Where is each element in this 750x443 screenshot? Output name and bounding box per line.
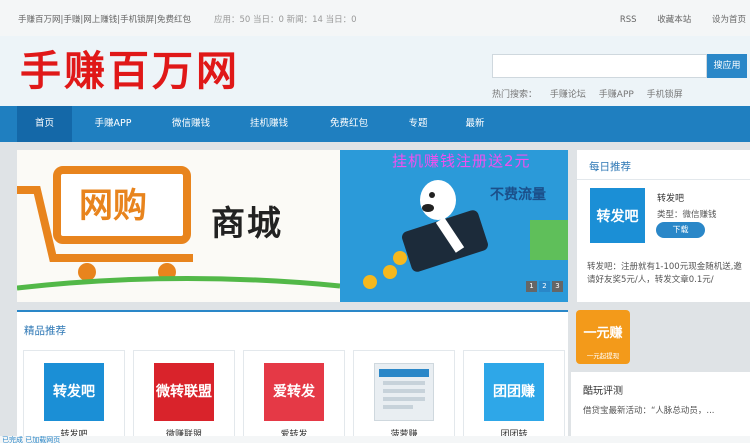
- mall-text: 商城: [211, 204, 283, 244]
- app-screenshot-icon: [379, 369, 429, 409]
- app-icon: 团团赚: [484, 363, 544, 421]
- banner-subtitle: 不费流量: [490, 187, 546, 203]
- phone-dog-illustration: [340, 150, 568, 289]
- reviews-title: 酷玩评测: [583, 386, 623, 397]
- review-item[interactable]: 借贷宝最新活动：“人脉总动员，...: [583, 404, 715, 416]
- banner-slideshow[interactable]: 网购 商城 挂机赚钱注册送2元 不费流量 1 2 3: [17, 150, 568, 302]
- shopping-cart-illustration: [17, 166, 340, 291]
- download-button[interactable]: 下载: [656, 222, 705, 238]
- hot-search-item[interactable]: 手赚APP: [599, 90, 634, 100]
- site-stats: 应用：50 当日：0 新闻：14 当日：0: [214, 15, 357, 25]
- featured-title: 精品推荐: [24, 325, 66, 337]
- nav-latest[interactable]: 最新: [452, 106, 498, 142]
- nav-idle[interactable]: 挂机赚钱: [238, 106, 300, 142]
- banner-slide-idle[interactable]: 挂机赚钱注册送2元 不费流量 1 2 3: [340, 150, 568, 302]
- promo-subtitle: 一元起提现: [586, 352, 620, 360]
- top-utility-bar: 手赚百万网|手赚|网上赚钱|手机锁屏|免费红包 应用：50 当日：0 新闻：14…: [0, 0, 750, 36]
- featured-section: 精品推荐 转发吧 转发吧 微转联盟 微赚联盟 爱转发 爱转发 菠萝赚 团团赚 团…: [17, 310, 568, 443]
- hot-search-item[interactable]: 手赚论坛: [550, 90, 586, 100]
- app-icon: 爱转发: [264, 363, 324, 421]
- daily-app-name[interactable]: 转发吧: [657, 191, 684, 204]
- daily-app-icon[interactable]: 转发吧: [590, 188, 645, 243]
- slide-dot-1[interactable]: 1: [526, 281, 537, 292]
- nav-wechat[interactable]: 微信赚钱: [160, 106, 222, 142]
- daily-app-type: 类型：微信赚钱: [657, 210, 717, 220]
- daily-recommend-panel: 每日推荐 转发吧 转发吧 类型：微信赚钱 下载 转发吧：注册就有1-100元现金…: [577, 150, 750, 302]
- promo-title: 一元赚: [583, 326, 623, 341]
- hot-search-label: 热门搜索：: [492, 90, 538, 100]
- set-homepage-link[interactable]: 设为首页: [712, 15, 746, 25]
- daily-title: 每日推荐: [589, 161, 631, 173]
- banner-title: 挂机赚钱注册送2元: [392, 152, 531, 170]
- site-header: 手赚百万网 搜应用 热门搜索： 手赚论坛 手赚APP 手机锁屏: [0, 36, 750, 106]
- app-screenshot-icon: [374, 363, 434, 421]
- site-links[interactable]: 手赚百万网|手赚|网上赚钱|手机锁屏|免费红包: [18, 13, 191, 25]
- featured-card[interactable]: 转发吧 转发吧: [23, 350, 125, 443]
- nav-redpacket[interactable]: 免费红包: [318, 106, 380, 142]
- main-nav: 首页 手赚APP 微信赚钱 挂机赚钱 免费红包 专题 最新: [0, 106, 750, 142]
- site-logo[interactable]: 手赚百万网: [20, 46, 240, 96]
- panel-header: 每日推荐: [577, 150, 750, 180]
- reviews-panel: 酷玩评测 借贷宝最新活动：“人脉总动员，...: [571, 372, 750, 443]
- featured-card[interactable]: 爱转发 爱转发: [243, 350, 345, 443]
- search-button[interactable]: 搜应用: [707, 54, 747, 78]
- nav-home[interactable]: 首页: [17, 106, 72, 142]
- nav-app[interactable]: 手赚APP: [82, 106, 144, 142]
- search-input[interactable]: [492, 54, 707, 78]
- featured-card[interactable]: 微转联盟 微赚联盟: [133, 350, 235, 443]
- daily-app-desc: 转发吧：注册就有1-100元现金随机送,邀请好友奖5元/人，转发文章0.1元/: [587, 262, 742, 285]
- slideshow-pager: 1 2 3: [526, 281, 563, 292]
- hot-search-item[interactable]: 手机锁屏: [647, 90, 683, 100]
- banner-slide-mall[interactable]: 网购 商城: [17, 150, 340, 302]
- app-icon: 微转联盟: [154, 363, 214, 421]
- featured-card[interactable]: 菠萝赚: [353, 350, 455, 443]
- featured-card[interactable]: 团团赚 团团转: [463, 350, 565, 443]
- slide-dot-2[interactable]: 2: [539, 281, 550, 292]
- one-yuan-promo[interactable]: 一元赚 一元起提现: [576, 310, 630, 364]
- slide-dot-3[interactable]: 3: [552, 281, 563, 292]
- app-icon: 转发吧: [44, 363, 104, 421]
- nav-topics[interactable]: 专题: [395, 106, 441, 142]
- rss-link[interactable]: RSS: [620, 15, 637, 25]
- top-links: RSS 收藏本站 设为首页: [602, 13, 746, 25]
- hot-search: 热门搜索： 手赚论坛 手赚APP 手机锁屏: [492, 87, 693, 100]
- mall-big-text: 网购: [79, 186, 147, 226]
- bookmark-link[interactable]: 收藏本站: [657, 15, 691, 25]
- status-bar: 已完成 已加载网页: [0, 436, 750, 443]
- status-text: 已完成 已加载网页: [2, 436, 61, 443]
